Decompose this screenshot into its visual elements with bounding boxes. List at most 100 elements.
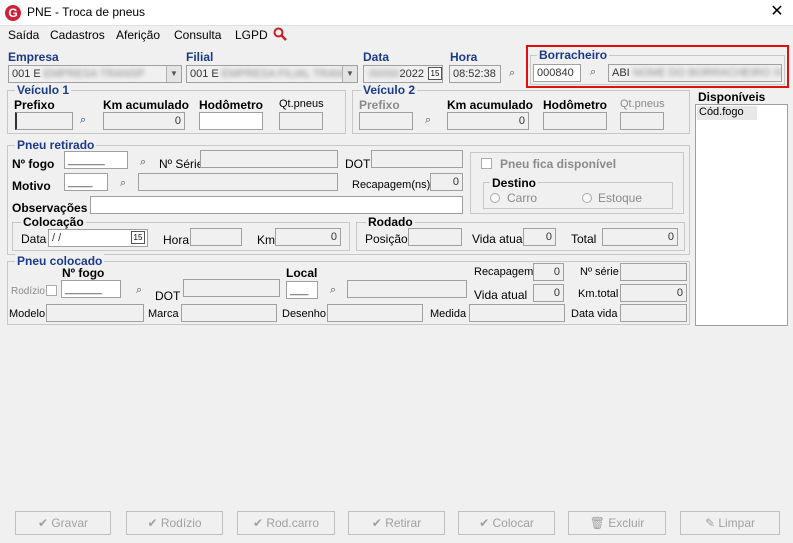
v1-prefixo-label: Prefixo <box>14 98 55 112</box>
close-icon[interactable]: ✕ <box>766 2 788 22</box>
app-icon: G <box>5 5 21 21</box>
col-vida-field: 0 <box>533 284 564 302</box>
v1-qtpneus-label: Qt.pneus <box>279 98 324 110</box>
menu-saida[interactable]: Saída <box>8 28 39 42</box>
col-nfogo-input[interactable]: ______ <box>61 280 121 298</box>
menu-cadastros[interactable]: Cadastros <box>50 28 105 42</box>
search-icon[interactable] <box>273 27 287 41</box>
data-value: 2022 <box>399 68 424 80</box>
col-nfogo-label: Nº fogo <box>62 266 105 280</box>
v1-qtpneus-field <box>279 112 323 130</box>
limpar-label: Limpar <box>718 516 756 530</box>
v1-hodometro-label: Hodômetro <box>199 98 263 112</box>
excluir-button[interactable]: 🗑 Excluir <box>568 511 666 535</box>
col-rodizio-label: Rodízio <box>11 286 45 297</box>
empresa-select[interactable]: 001 E EMPRESA TRANSP <box>8 65 182 83</box>
col-marca-label: Marca <box>148 308 179 320</box>
v1-hodometro-input[interactable] <box>199 112 263 130</box>
v2-km-field: 0 <box>447 112 529 130</box>
calendar-icon[interactable]: 15 <box>428 67 442 80</box>
destino-carro-label: Carro <box>507 191 538 205</box>
colocacao-title: Colocação <box>21 215 86 229</box>
ret-nfogo-input[interactable]: ______ <box>64 151 128 169</box>
limpar-button[interactable]: ✎ Limpar <box>680 511 780 535</box>
col-desenho-field <box>327 304 423 322</box>
col-modelo-label: Modelo <box>9 308 46 320</box>
menu-consulta[interactable]: Consulta <box>174 28 221 42</box>
ret-motivo-desc <box>138 173 338 191</box>
fica-disponivel-checkbox[interactable] <box>481 158 492 169</box>
veiculo2-title: Veículo 2 <box>361 83 418 97</box>
borracheiro-name-value: ABI <box>612 67 630 79</box>
rodado-title: Rodado <box>366 215 415 229</box>
colocar-label: Colocar <box>492 516 534 530</box>
ret-nserie-field <box>200 150 338 168</box>
col-marca-field <box>181 304 277 322</box>
trash-icon: 🗑 <box>589 516 609 530</box>
v2-prefixo-input[interactable] <box>359 112 413 130</box>
v1-binoculars-icon[interactable]: ⌕ <box>80 114 86 127</box>
col-local-binoculars-icon[interactable]: ⌕ <box>330 284 336 297</box>
v2-prefixo-label: Prefixo <box>359 98 400 112</box>
col-desenho-label: Desenho <box>282 308 327 320</box>
ret-observacoes-input[interactable] <box>90 196 463 214</box>
rodcarro-label: Rod.carro <box>266 516 320 530</box>
hora-field[interactable]: 08:52:38 <box>449 65 501 83</box>
borracheiro-code-input[interactable]: 000840 <box>533 64 581 82</box>
filial-label: Filial <box>186 50 214 64</box>
ret-motivo-label: Motivo <box>12 179 51 193</box>
v2-km-label: Km acumulado <box>447 98 534 112</box>
rodizio-button[interactable]: ✔ Rodízio <box>126 511 223 535</box>
disponiveis-header[interactable]: Cód.fogo <box>697 106 757 120</box>
filial-dropdown-icon[interactable]: ▼ <box>342 66 357 82</box>
ret-motivo-binoculars-icon[interactable]: ⌕ <box>120 177 126 190</box>
ret-nserie-label: Nº Série <box>159 157 204 171</box>
col-kmtotal-field: 0 <box>620 284 687 302</box>
borracheiro-binoculars-icon[interactable]: ⌕ <box>590 66 596 79</box>
gravar-label: Gravar <box>51 516 89 530</box>
ret-motivo-input[interactable]: ____ <box>64 173 108 191</box>
disponiveis-list[interactable] <box>695 104 788 326</box>
col-local-input[interactable]: ___ <box>286 281 318 299</box>
v2-qtpneus-label: Qt.pneus <box>620 98 665 110</box>
col-rodizio-checkbox[interactable] <box>46 285 57 296</box>
gravar-button[interactable]: ✔ Gravar <box>15 511 111 535</box>
empresa-dropdown-icon[interactable]: ▼ <box>166 66 181 82</box>
destino-estoque-radio[interactable] <box>582 193 592 203</box>
menu-afericao[interactable]: Aferição <box>116 28 160 42</box>
col-nfogo-binoculars-icon[interactable]: ⌕ <box>136 284 142 297</box>
colocacao-km-field: 0 <box>275 228 341 246</box>
colocacao-km-label: Km <box>257 233 275 247</box>
col-vida-label: Vida atual <box>474 288 528 302</box>
destino-carro-radio[interactable] <box>490 193 500 203</box>
col-nserie-field <box>620 263 687 281</box>
ret-observacoes-label: Observações <box>12 201 88 215</box>
v2-hodometro-input[interactable] <box>543 112 607 130</box>
disponiveis-title: Disponíveis <box>698 90 766 104</box>
check-icon: ✔ <box>479 516 493 530</box>
veiculo1-title: Veículo 1 <box>15 83 72 97</box>
colocacao-hora-label: Hora <box>163 233 190 247</box>
rodcarro-button[interactable]: ✔ Rod.carro <box>237 511 335 535</box>
rodado-vida-label: Vida atual <box>472 232 526 246</box>
rodado-posicao-field <box>408 228 462 246</box>
filial-select[interactable]: 001 E EMPRESA FILIAL TRANSP <box>186 65 358 83</box>
retirado-title: Pneu retirado <box>15 138 97 152</box>
colocar-button[interactable]: ✔ Colocar <box>458 511 555 535</box>
menu-lgpd[interactable]: LGPD <box>235 28 268 42</box>
col-recapagem-field: 0 <box>533 263 564 281</box>
colocacao-data-label: Data <box>21 232 47 246</box>
col-modelo-field <box>46 304 144 322</box>
v2-binoculars-icon[interactable]: ⌕ <box>425 114 431 127</box>
colocacao-calendar-icon[interactable]: 15 <box>131 231 145 244</box>
v1-prefixo-input[interactable] <box>15 112 73 130</box>
retirar-button[interactable]: ✔ Retirar <box>348 511 445 535</box>
check-icon: ✔ <box>371 516 386 530</box>
ret-nfogo-binoculars-icon[interactable]: ⌕ <box>140 156 146 169</box>
rodado-total-field: 0 <box>602 228 678 246</box>
binoculars-icon[interactable]: ⌕ <box>509 67 515 80</box>
data-label: Data <box>363 50 390 64</box>
col-kmtotal-label: Km.total <box>578 288 619 300</box>
col-recapagem-label: Recapagem <box>474 266 534 278</box>
hora-label: Hora <box>450 50 478 64</box>
